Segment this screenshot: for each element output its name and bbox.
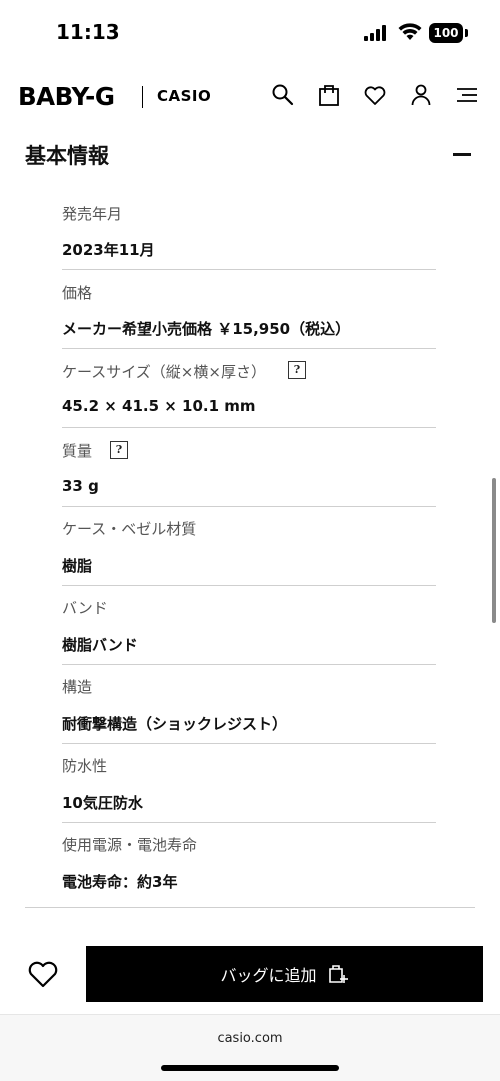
spec-label: 防水性 [62, 757, 108, 775]
spec-value: 10気圧防水 [62, 794, 143, 812]
status-bar: 11:13 100 [0, 0, 500, 62]
help-icon[interactable]: ? [288, 361, 306, 379]
bag-icon[interactable] [316, 82, 342, 108]
section-title[interactable]: 基本情報 [25, 140, 109, 170]
site-header: BABY-G CASIO [0, 70, 500, 124]
battery-tip [465, 29, 468, 37]
spec-value: 電池寿命：約3年 [62, 873, 178, 891]
spec-value: 2023年11月 [62, 241, 155, 259]
wishlist-heart-icon[interactable] [26, 958, 60, 990]
spec-value: 樹脂 [62, 557, 93, 575]
spec-label: バンド [62, 599, 108, 617]
collapse-minus-icon[interactable] [453, 153, 471, 156]
bag-plus-icon [328, 965, 348, 983]
spec-divider [62, 269, 436, 270]
add-to-bag-label: バッグに追加 [220, 966, 317, 985]
casio-logo[interactable]: CASIO [157, 87, 211, 105]
account-icon[interactable] [408, 82, 434, 108]
spec-label: 質量 [62, 442, 93, 460]
url-text[interactable]: casio.com [0, 1031, 500, 1046]
browser-bar: casio.com [0, 1014, 500, 1081]
spec-divider [62, 822, 436, 823]
add-to-bag-button[interactable]: バッグに追加 [86, 946, 483, 1002]
spec-value: メーカー希望小売価格 ￥15,950（税込） [62, 320, 351, 338]
bottom-action-bar: バッグに追加 [0, 928, 500, 1018]
search-icon[interactable] [270, 82, 296, 108]
spec-divider [62, 506, 436, 507]
menu-icon[interactable] [454, 82, 480, 108]
help-icon[interactable]: ? [110, 441, 128, 459]
home-indicator[interactable] [161, 1065, 339, 1071]
status-time: 11:13 [56, 20, 120, 44]
battery-level: 100 [433, 26, 459, 40]
wifi-icon [398, 23, 422, 40]
spec-divider [62, 427, 436, 428]
section-divider [25, 907, 475, 908]
spec-value: 33 g [62, 477, 99, 495]
battery-indicator: 100 [429, 23, 463, 43]
spec-divider [62, 348, 436, 349]
heart-icon[interactable] [362, 82, 388, 108]
spec-value: 45.2 × 41.5 × 10.1 mm [62, 397, 256, 415]
spec-label: 使用電源・電池寿命 [62, 836, 198, 854]
logo-divider [142, 86, 143, 108]
scrollbar[interactable] [492, 478, 496, 623]
spec-value: 樹脂バンド [62, 636, 138, 654]
brand-logo[interactable]: BABY-G [18, 82, 115, 111]
spec-label: ケースサイズ（縦×横×厚さ） [62, 363, 266, 381]
spec-divider [62, 664, 436, 665]
spec-value: 耐衝撃構造（ショックレジスト） [62, 715, 288, 733]
spec-label: ケース・ベゼル材質 [62, 520, 197, 538]
spec-divider [62, 743, 436, 744]
spec-label: 価格 [62, 284, 93, 302]
spec-label: 構造 [62, 678, 93, 696]
spec-divider [62, 585, 436, 586]
cellular-signal-icon [364, 25, 386, 41]
spec-label: 発売年月 [62, 205, 123, 223]
